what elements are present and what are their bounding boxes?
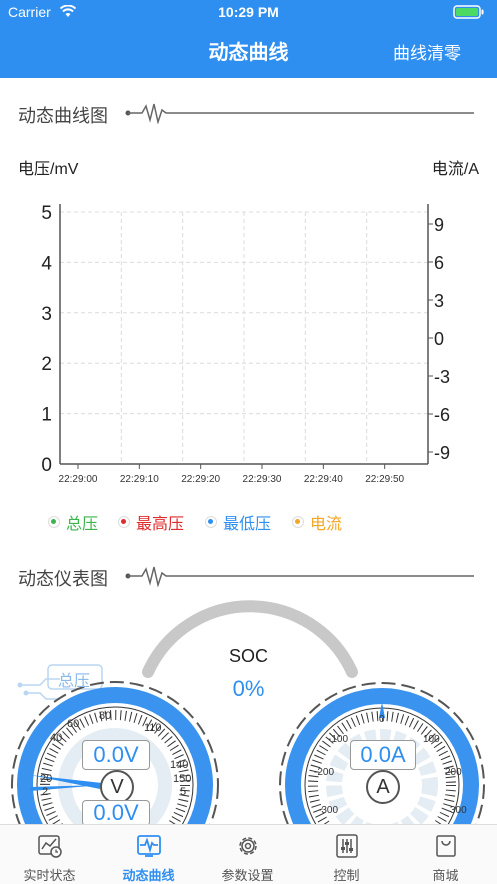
y-tick-label: 2	[41, 354, 52, 375]
current-tick: -200	[314, 767, 335, 778]
current-unit: A	[366, 770, 400, 804]
voltage-tick: 150	[173, 773, 192, 785]
tab-parameter-settings[interactable]: 参数设置	[198, 825, 297, 884]
pulse-divider	[125, 566, 474, 587]
y-tick-label: 5	[41, 203, 52, 224]
pulse-divider	[125, 103, 474, 124]
current-tick: 300	[450, 805, 467, 816]
status-bar: Carrier 10:29 PM	[0, 0, 497, 24]
tab-label: 动态曲线	[122, 868, 175, 883]
legend-label: 最低压	[223, 516, 272, 533]
gauge-section-title: 动态仪表图	[18, 569, 108, 589]
voltage-tick: 80	[99, 710, 112, 722]
clear-curve-button[interactable]: 曲线清零	[393, 39, 461, 64]
legend-label: 总压	[66, 516, 99, 533]
legend-label: 最高压	[136, 516, 185, 533]
y2-tick-label: -3	[434, 367, 450, 387]
tab-label: 控制	[333, 868, 360, 883]
bag-icon	[436, 835, 456, 857]
y2-tick-label: 6	[434, 253, 444, 273]
voltage-gauge-tag: 总压	[58, 673, 91, 690]
voltage-tick: 140	[170, 759, 189, 771]
x-tick-label: 22:29:30	[243, 474, 282, 485]
voltage-tick: 110	[144, 722, 162, 734]
tab-bar: 实时状态 动态曲线 参数设置 控制 商城	[0, 824, 497, 884]
y-tick-label: 0	[41, 455, 52, 476]
tab-mall[interactable]: 商城	[396, 825, 495, 884]
tab-realtime-status[interactable]: 实时状态	[0, 825, 99, 884]
y2-axis-label: 电流/A	[431, 161, 479, 178]
legend-max-voltage[interactable]: 最高压	[118, 510, 184, 534]
legend-total-voltage[interactable]: 总压	[48, 510, 98, 534]
battery-icon	[453, 5, 484, 19]
tab-label: 实时状态	[23, 868, 76, 883]
clock: 10:29 PM	[218, 4, 279, 20]
current-value: 0.0A	[350, 740, 416, 770]
y-tick-label: 4	[41, 253, 52, 274]
voltage-tick: 60	[67, 718, 80, 730]
x-tick-label: 22:29:50	[365, 474, 404, 485]
sliders-icon	[336, 834, 358, 858]
x-tick-label: 22:29:10	[120, 474, 159, 485]
legend-dot-icon	[118, 516, 130, 528]
voltage-value-secondary: 0.0V	[82, 800, 150, 826]
legend-min-voltage[interactable]: 最低压	[205, 510, 271, 534]
tab-label: 商城	[432, 868, 459, 883]
tab-control[interactable]: 控制	[297, 825, 396, 884]
y2-tick-label: 3	[434, 291, 444, 311]
legend-dot-icon	[48, 516, 60, 528]
y-tick-label: 1	[41, 405, 52, 426]
gear-icon	[239, 837, 257, 855]
voltage-tick: 40	[50, 732, 63, 744]
x-tick-label: 22:29:40	[304, 474, 343, 485]
current-tick: -300	[318, 805, 339, 816]
voltage-inner-tick: 5	[180, 786, 187, 798]
legend-current[interactable]: 电流	[292, 510, 342, 534]
dynamic-curve-chart: 0 1 2 3 4 5 9 6 3 0 -3 -6 -9 22:29:00 22:29:10 22:29:20…	[41, 203, 450, 485]
pulse-icon	[137, 835, 161, 857]
y2-tick-label: 0	[434, 329, 444, 349]
nav-bar: 动态曲线 曲线清零	[0, 24, 497, 78]
voltage-value-primary: 0.0V	[82, 740, 150, 770]
legend-dot-icon	[292, 516, 304, 528]
legend-dot-icon	[205, 516, 217, 528]
x-tick-label: 22:29:20	[181, 474, 220, 485]
current-tick: 200	[445, 767, 462, 778]
tab-dynamic-curve[interactable]: 动态曲线	[99, 825, 198, 884]
voltage-tick: 20	[40, 773, 53, 785]
legend-label: 电流	[310, 516, 343, 533]
y2-tick-label: -9	[434, 443, 450, 463]
chart-icon	[38, 835, 62, 858]
y2-tick-label: 9	[434, 215, 444, 235]
tab-label: 参数设置	[221, 868, 274, 883]
y-tick-label: 3	[41, 304, 52, 325]
y2-tick-label: -6	[434, 405, 450, 425]
curve-section-title: 动态曲线图	[18, 106, 108, 126]
voltage-unit: V	[100, 770, 134, 804]
current-tick: -100	[328, 734, 349, 745]
current-tick: 0	[379, 714, 385, 725]
x-tick-label: 22:29:00	[59, 474, 98, 485]
y-axis-label: 电压/mV	[18, 161, 79, 178]
current-tick: 100	[423, 734, 440, 745]
voltage-inner-tick: 2	[42, 786, 49, 798]
